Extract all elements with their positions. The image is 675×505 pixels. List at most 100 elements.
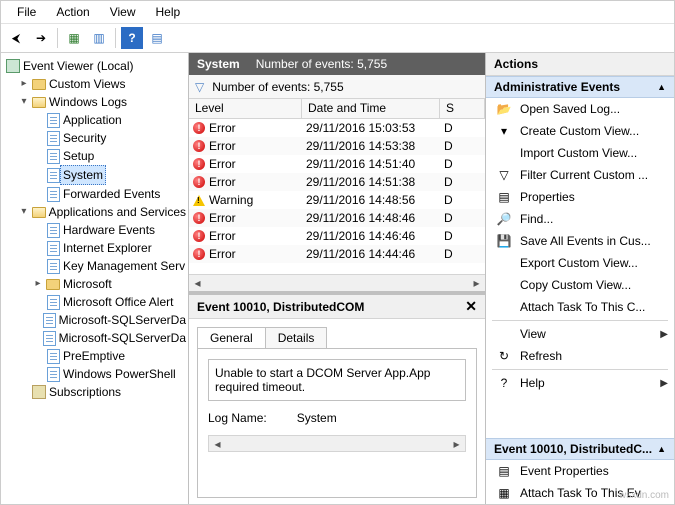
- tree-item-windows-powershell[interactable]: Windows PowerShell: [33, 365, 186, 383]
- tree-apps-services[interactable]: ▾ Applications and Services: [19, 203, 186, 221]
- tree-item-setup[interactable]: Setup: [33, 147, 186, 165]
- action-label: Event Properties: [520, 464, 609, 478]
- action-attach-task-to-this-c[interactable]: Attach Task To This C...: [486, 296, 674, 318]
- tree-item-application[interactable]: Application: [33, 111, 186, 129]
- close-detail-button[interactable]: ✕: [465, 298, 477, 315]
- log-icon: [45, 240, 61, 256]
- action-icon: ↻: [496, 348, 512, 364]
- event-message: Unable to start a DCOM Server App.App re…: [208, 359, 466, 401]
- actions-section-admin[interactable]: Administrative Events ▲: [486, 76, 674, 98]
- help-button[interactable]: ?: [121, 27, 143, 49]
- action-refresh[interactable]: ↻Refresh: [486, 345, 674, 367]
- collapse-icon: ▲: [657, 444, 666, 454]
- date-text: 29/11/2016 14:51:40: [302, 157, 440, 171]
- tree-label: Internet Explorer: [63, 239, 152, 257]
- event-row[interactable]: !Error29/11/2016 15:03:53D: [189, 119, 485, 137]
- tree-custom-views[interactable]: ▸ Custom Views: [19, 75, 186, 93]
- action-view[interactable]: View▶: [486, 323, 674, 345]
- tree-item-security[interactable]: Security: [33, 129, 186, 147]
- properties-button[interactable]: ▤: [146, 27, 168, 49]
- warning-icon: [193, 195, 205, 206]
- col-level[interactable]: Level: [189, 99, 302, 118]
- action-icon: ▤: [496, 189, 512, 205]
- action-label: Help: [520, 376, 545, 390]
- collapse-icon[interactable]: ▾: [19, 203, 29, 221]
- action-open-saved-log[interactable]: 📂Open Saved Log...: [486, 98, 674, 120]
- center-pane: System Number of events: 5,755 ▽ Number …: [189, 53, 486, 504]
- log-icon: [45, 148, 61, 164]
- col-date[interactable]: Date and Time: [302, 99, 440, 118]
- expand-icon[interactable]: ▸: [19, 75, 29, 93]
- action-import-custom-view[interactable]: Import Custom View...: [486, 142, 674, 164]
- tab-details[interactable]: Details: [265, 327, 328, 348]
- forward-button[interactable]: ➔: [30, 27, 52, 49]
- date-text: 29/11/2016 14:53:38: [302, 139, 440, 153]
- detail-scrollbar[interactable]: ◂▸: [208, 435, 466, 452]
- action-filter-current-custom[interactable]: ▽Filter Current Custom ...: [486, 164, 674, 186]
- tree-label: Windows Logs: [49, 93, 127, 111]
- action-create-custom-view[interactable]: ▾Create Custom View...: [486, 120, 674, 142]
- tree-label: Security: [63, 129, 106, 147]
- action-label: Copy Custom View...: [520, 278, 631, 292]
- menu-action[interactable]: Action: [46, 3, 99, 21]
- level-text: Warning: [209, 193, 253, 207]
- tree-subscriptions[interactable]: Subscriptions: [19, 383, 186, 401]
- tree-item-microsoft[interactable]: ▸Microsoft: [33, 275, 186, 293]
- level-text: Error: [209, 121, 236, 135]
- action-label: Import Custom View...: [520, 146, 637, 160]
- level-text: Error: [209, 175, 236, 189]
- event-row[interactable]: !Error29/11/2016 14:51:38D: [189, 173, 485, 191]
- collapse-icon: ▲: [657, 82, 666, 92]
- date-text: 29/11/2016 15:03:53: [302, 121, 440, 135]
- tree-item-microsoft-office-alert[interactable]: Microsoft Office Alert: [33, 293, 186, 311]
- tree-root[interactable]: Event Viewer (Local): [5, 57, 186, 75]
- event-row[interactable]: !Error29/11/2016 14:51:40D: [189, 155, 485, 173]
- menu-file[interactable]: File: [7, 3, 46, 21]
- tree-item-key-management-serv[interactable]: Key Management Serv: [33, 257, 186, 275]
- back-button[interactable]: ⮜: [5, 27, 27, 49]
- count-label: Number of events:: [256, 57, 354, 71]
- collapse-icon[interactable]: ▾: [19, 93, 29, 111]
- detail-pane: Event 10010, DistributedCOM ✕ General De…: [189, 295, 485, 504]
- tree-item-forwarded-events[interactable]: Forwarded Events: [33, 185, 186, 203]
- tree-item-microsoft-sqlserverda[interactable]: Microsoft-SQLServerDa: [33, 311, 186, 329]
- tree-item-internet-explorer[interactable]: Internet Explorer: [33, 239, 186, 257]
- action-icon: [496, 145, 512, 161]
- tree-label: Setup: [63, 147, 94, 165]
- show-tree-button[interactable]: ▦: [63, 27, 85, 49]
- action-save-all-events-in-cus[interactable]: 💾Save All Events in Cus...: [486, 230, 674, 252]
- tree-item-preemptive[interactable]: PreEmptive: [33, 347, 186, 365]
- action-properties[interactable]: ▤Properties: [486, 186, 674, 208]
- action-find[interactable]: 🔎Find...: [486, 208, 674, 230]
- watermark: wsxdn.com: [619, 490, 669, 501]
- tree-item-system[interactable]: System: [33, 165, 186, 185]
- horizontal-scrollbar[interactable]: ◂▸: [189, 274, 485, 291]
- tree-item-hardware-events[interactable]: Hardware Events: [33, 221, 186, 239]
- menu-view[interactable]: View: [100, 3, 146, 21]
- event-row[interactable]: !Error29/11/2016 14:44:46D: [189, 245, 485, 263]
- tab-general[interactable]: General: [197, 327, 266, 348]
- detail-title: Event 10010, DistributedCOM: [197, 300, 364, 314]
- tab-page-general: Unable to start a DCOM Server App.App re…: [197, 348, 477, 498]
- action-export-custom-view[interactable]: Export Custom View...: [486, 252, 674, 274]
- event-row[interactable]: Warning29/11/2016 14:48:56D: [189, 191, 485, 209]
- folder-icon: [45, 276, 61, 292]
- actions-section-event[interactable]: Event 10010, DistributedC... ▲: [486, 438, 674, 460]
- tree-item-microsoft-sqlserverda[interactable]: Microsoft-SQLServerDa: [33, 329, 186, 347]
- col-source[interactable]: S: [440, 99, 485, 118]
- event-row[interactable]: !Error29/11/2016 14:46:46D: [189, 227, 485, 245]
- error-icon: !: [193, 140, 205, 152]
- source-text: D: [440, 247, 485, 261]
- action-help[interactable]: ?Help▶: [486, 372, 674, 394]
- columns-button[interactable]: ▥: [88, 27, 110, 49]
- folder-icon: [31, 76, 47, 92]
- action-label: Attach Task To This C...: [520, 300, 645, 314]
- tree-windows-logs[interactable]: ▾ Windows Logs: [19, 93, 186, 111]
- event-row[interactable]: !Error29/11/2016 14:48:46D: [189, 209, 485, 227]
- grid-body[interactable]: !Error29/11/2016 15:03:53D!Error29/11/20…: [189, 119, 485, 274]
- action-event-properties[interactable]: ▤Event Properties: [486, 460, 674, 482]
- action-copy-custom-view[interactable]: Copy Custom View...: [486, 274, 674, 296]
- event-row[interactable]: !Error29/11/2016 14:53:38D: [189, 137, 485, 155]
- menu-help[interactable]: Help: [146, 3, 191, 21]
- filter-icon[interactable]: ▽: [195, 80, 204, 94]
